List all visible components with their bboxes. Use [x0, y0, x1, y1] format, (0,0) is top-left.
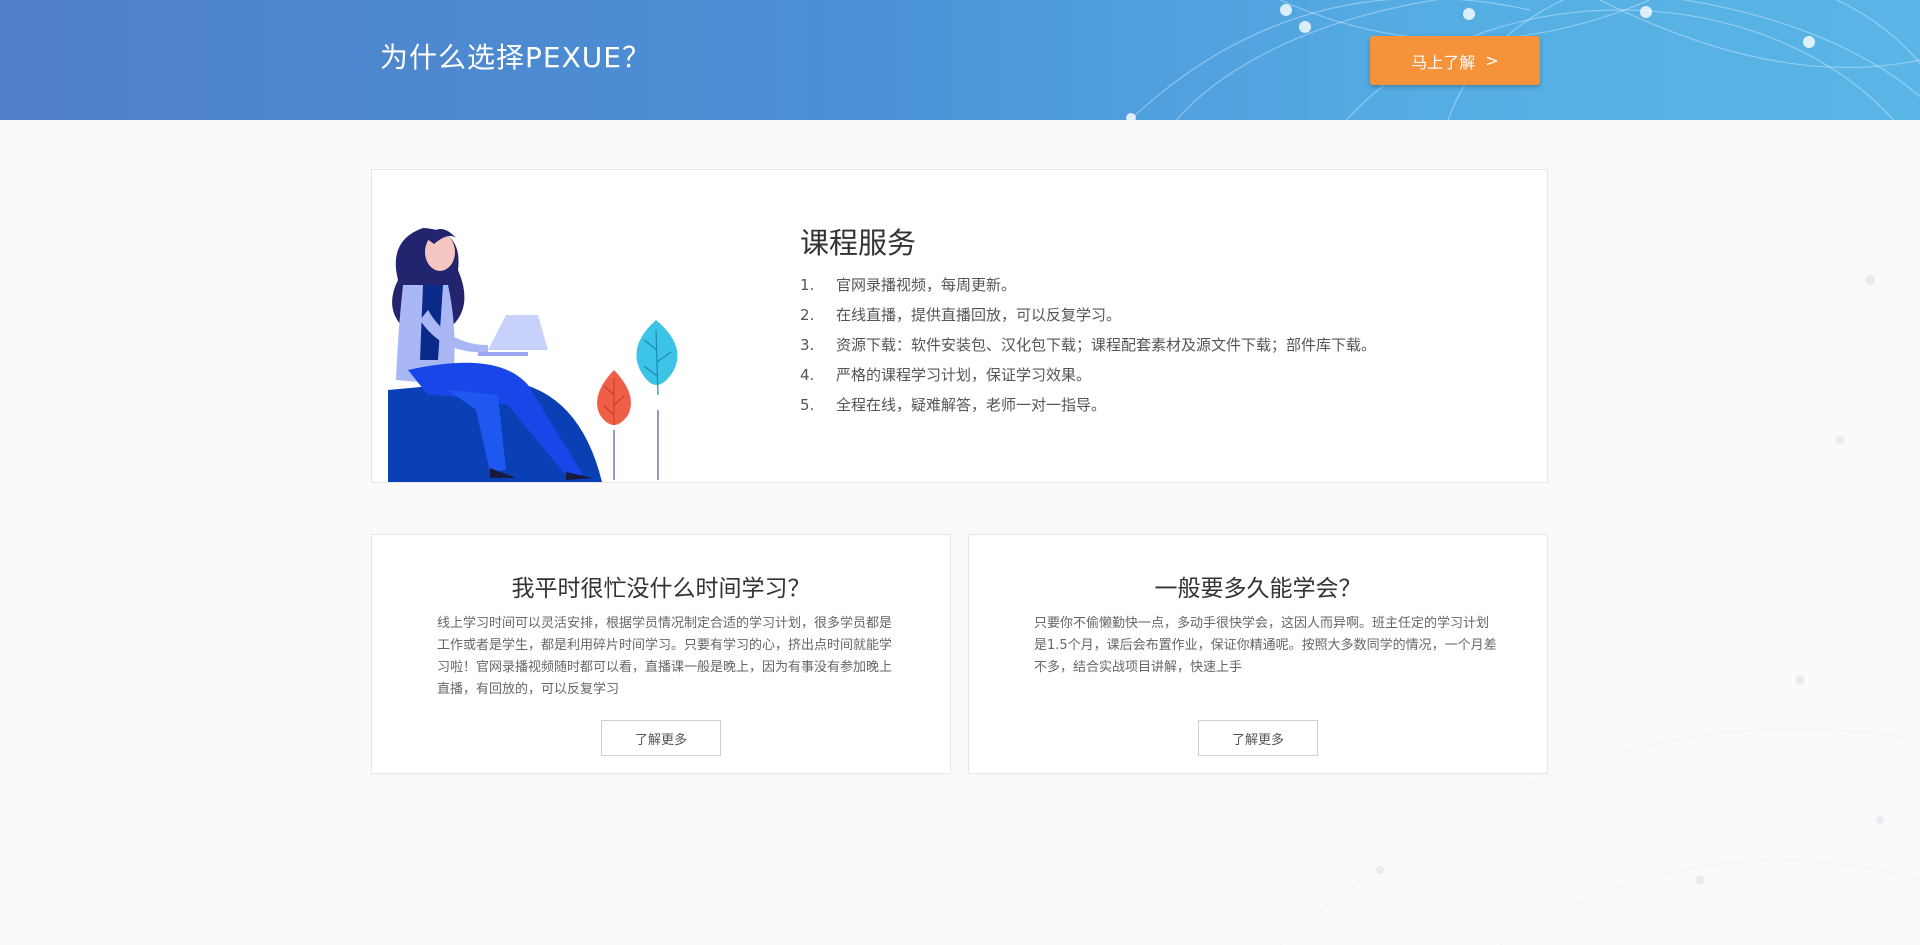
faq-card-duration: 一般要多久能学会？ 只要你不偷懒勤快一点，多动手很快学会，这因人而异啊。班主任定…	[968, 534, 1548, 774]
list-item: 2. 在线直播，提供直播回放，可以反复学习。	[800, 300, 1376, 330]
banner-title: 为什么选择PEXUE？	[380, 41, 651, 74]
list-item-text: 资源下载：软件安装包、汉化包下载；课程配套素材及源文件下载；部件库下载。	[836, 336, 1377, 354]
list-item-text: 严格的课程学习计划，保证学习效果。	[836, 366, 1092, 384]
list-item-number: 5.	[800, 396, 815, 414]
course-service-title: 课程服务	[800, 226, 917, 260]
list-item-number: 2.	[800, 306, 815, 324]
learn-now-button[interactable]: 马上了解 >	[1370, 36, 1540, 85]
faq-title: 一般要多久能学会？	[1154, 576, 1362, 602]
learn-now-label: 马上了解	[1411, 52, 1476, 72]
learn-more-button[interactable]: 了解更多	[1198, 720, 1318, 756]
chevron-right-icon: >	[1485, 51, 1499, 70]
list-item: 5. 全程在线，疑难解答，老师一对一指导。	[800, 390, 1376, 420]
list-item-number: 3.	[800, 336, 815, 354]
faq-title: 我平时很忙没什么时间学习？	[511, 576, 811, 602]
list-item-number: 1.	[800, 276, 815, 294]
list-item: 1. 官网录播视频，每周更新。	[800, 270, 1376, 300]
network-pattern-decoration	[1126, 0, 1920, 120]
list-item: 4. 严格的课程学习计划，保证学习效果。	[800, 360, 1376, 390]
list-item-text: 全程在线，疑难解答，老师一对一指导。	[836, 396, 1107, 414]
list-item-text: 官网录播视频，每周更新。	[836, 276, 1017, 294]
faq-answer: 只要你不偷懒勤快一点，多动手很快学会，这因人而异啊。班主任定的学习计划是1.5个…	[1034, 616, 1497, 675]
course-service-card: 课程服务 1. 官网录播视频，每周更新。 2. 在线直播，提供直播回放，可以反复…	[371, 169, 1548, 483]
service-list: 1. 官网录播视频，每周更新。 2. 在线直播，提供直播回放，可以反复学习。 3…	[800, 270, 1376, 420]
list-item-text: 在线直播，提供直播回放，可以反复学习。	[836, 306, 1122, 324]
faq-card-busy: 我平时很忙没什么时间学习？ 线上学习时间可以灵活安排，根据学员情况制定合适的学习…	[371, 534, 951, 774]
learn-more-button[interactable]: 了解更多	[601, 720, 721, 756]
list-item-number: 4.	[800, 366, 815, 384]
woman-with-laptop-illustration	[388, 228, 678, 482]
top-banner: 为什么选择PEXUE？ 马上了解 >	[0, 0, 1920, 120]
faq-answer: 线上学习时间可以灵活安排，根据学员情况制定合适的学习计划，很多学员都是工作或者是…	[437, 616, 893, 697]
list-item: 3. 资源下载：软件安装包、汉化包下载；课程配套素材及源文件下载；部件库下载。	[800, 330, 1376, 360]
